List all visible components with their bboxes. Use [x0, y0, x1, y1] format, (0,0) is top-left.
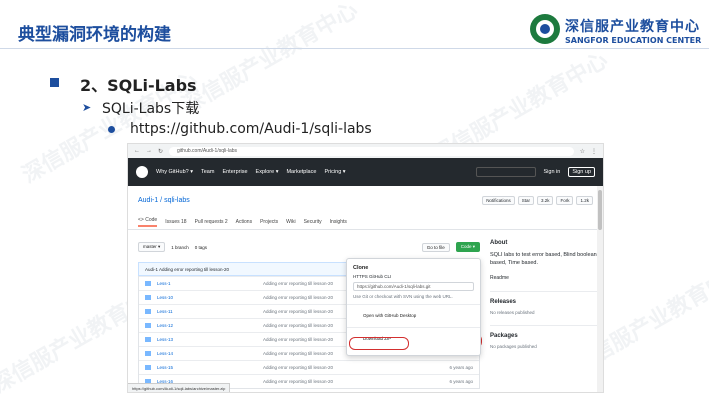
folder-icon [145, 323, 151, 328]
status-bar-url: https://github.com/Audi-1/sqli-labs/arch… [128, 383, 231, 392]
readme-link[interactable]: Readme [490, 275, 598, 281]
file-name[interactable]: Less-1 [157, 281, 263, 286]
sangfor-logo: 深信服产业教育中心 SANGFOR EDUCATION CENTER [530, 14, 702, 48]
nav-enterprise[interactable]: Enterprise [222, 169, 247, 175]
about-heading: About [490, 240, 508, 246]
packages-section: Packages No packages published [490, 325, 598, 349]
url-field[interactable]: github.com/Audi-1/sqli-labs [169, 146, 574, 156]
dot-bullet-icon [108, 126, 115, 133]
clone-popup: Clone HTTPS GitHub CLI https://github.co… [346, 258, 481, 356]
packages-heading[interactable]: Packages [490, 333, 598, 339]
file-name[interactable]: Less-13 [157, 337, 263, 342]
address-bar[interactable]: ← → ↻ github.com/Audi-1/sqli-labs ☆ ⋮ [128, 144, 603, 158]
menu-icon[interactable]: ⋮ [591, 148, 597, 155]
fork-count[interactable]: 1.2k [576, 195, 593, 205]
nav-team[interactable]: Team [201, 169, 214, 175]
folder-icon [145, 351, 151, 356]
commit-age: 6 years ago [449, 365, 473, 370]
commit-msg[interactable]: Adding error reporting till lesson-20 [263, 379, 443, 384]
folder-icon [145, 337, 151, 342]
about-description: SQLI labs to test error based, Blind boo… [490, 252, 597, 266]
signup-button[interactable]: Sign up [568, 167, 595, 177]
tab-actions[interactable]: Actions [236, 219, 252, 225]
releases-heading[interactable]: Releases [490, 299, 598, 305]
nav-explore[interactable]: Explore ▾ [256, 169, 279, 175]
scrollbar[interactable] [597, 186, 603, 392]
divider [347, 327, 480, 328]
clone-title: Clone [353, 265, 369, 271]
section-heading: 2、SQLi-Labs [80, 76, 197, 95]
fork-button[interactable]: Fork [556, 195, 574, 205]
tags-link[interactable]: 0 tags [195, 245, 207, 250]
nav-pricing[interactable]: Pricing ▾ [324, 169, 345, 175]
repo-header: Audi-1 / sqli-labs Notifications Star 3.… [128, 186, 603, 214]
table-row[interactable]: Less-15 Adding error reporting till lesso… [139, 360, 479, 374]
arrow-bullet-icon: ➤ [82, 101, 92, 114]
folder-icon [145, 281, 151, 286]
file-name[interactable]: Less-11 [157, 309, 263, 314]
back-icon[interactable]: ← [134, 148, 140, 154]
file-name[interactable]: Less-15 [157, 365, 263, 370]
reload-icon[interactable]: ↻ [158, 148, 163, 155]
notifications-button[interactable]: Notifications [482, 195, 515, 205]
file-name[interactable]: Less-12 [157, 323, 263, 328]
clone-url-field[interactable]: https://github.com/Audi-1/sqli-labs.git [353, 282, 474, 291]
download-zip-highlight [349, 337, 409, 350]
file-name[interactable]: Less-10 [157, 295, 263, 300]
tab-pull-requests[interactable]: Pull requests 2 [195, 219, 228, 225]
star-count[interactable]: 3.2k [536, 195, 554, 205]
search-input[interactable] [475, 167, 536, 177]
repo-sidebar: About SQLI labs to test error based, Bli… [490, 240, 598, 349]
subsection-heading: SQLi-Labs下载 [102, 101, 200, 117]
logo-emblem-icon [530, 14, 560, 44]
code-button[interactable]: Code ▾ [455, 242, 480, 252]
folder-icon [145, 365, 151, 370]
tab-projects[interactable]: Projects [260, 219, 278, 225]
nav-marketplace[interactable]: Marketplace [286, 169, 316, 175]
commit-msg[interactable]: Adding error reporting till lesson-20 [263, 365, 443, 370]
title-divider [0, 48, 709, 49]
tab-wiki[interactable]: Wiki [286, 219, 295, 225]
folder-icon [145, 309, 151, 314]
branch-select[interactable]: master ▾ [138, 242, 166, 252]
browser-screenshot: ← → ↻ github.com/Audi-1/sqli-labs ☆ ⋮ Wh… [127, 143, 604, 393]
star-icon[interactable]: ☆ [580, 148, 585, 155]
scrollbar-thumb[interactable] [598, 190, 602, 230]
goto-file-button[interactable]: Go to file [421, 242, 450, 252]
square-bullet-icon [50, 78, 59, 87]
logo-cn-text: 深信服产业教育中心 [565, 19, 700, 35]
repo-tabs: <> Code Issues 18 Pull requests 2 Action… [128, 214, 603, 230]
tab-issues[interactable]: Issues 18 [165, 219, 186, 225]
repo-link[interactable]: https://github.com/Audi-1/sqli-labs [130, 121, 372, 137]
signin-link[interactable]: Sign in [544, 169, 561, 175]
forward-icon[interactable]: → [146, 148, 152, 154]
nav-why[interactable]: Why GitHub? ▾ [156, 169, 193, 175]
slide-title: 典型漏洞环境的构建 [18, 25, 171, 45]
no-packages-text: No packages published [490, 344, 537, 349]
divider [347, 304, 480, 305]
folder-icon [145, 295, 151, 300]
no-releases-text: No releases published [490, 310, 535, 315]
commit-age: 6 years ago [449, 379, 473, 384]
watermark: 深信服产业教育中心 [178, 0, 363, 119]
github-header: Why GitHub? ▾ Team Enterprise Explore ▾ … [128, 158, 603, 186]
clone-method-tabs[interactable]: HTTPS GitHub CLI [353, 274, 474, 279]
file-name[interactable]: Less-14 [157, 351, 263, 356]
releases-section: Releases No releases published [490, 291, 598, 315]
repo-name[interactable]: Audi-1 / sqli-labs [138, 197, 190, 204]
github-logo-icon[interactable] [136, 166, 148, 178]
star-button[interactable]: Star [517, 195, 534, 205]
branches-link[interactable]: 1 branch [171, 245, 189, 250]
tab-insights[interactable]: Insights [330, 219, 347, 225]
tab-code[interactable]: <> Code [138, 217, 158, 227]
open-desktop-option[interactable]: Open with GitHub Desktop [353, 310, 474, 322]
branch-row: master ▾ 1 branch 0 tags Go to file Code… [138, 240, 480, 254]
tab-security[interactable]: Security [304, 219, 322, 225]
clone-hint: Use Git or checkout with SVN using the w… [353, 294, 453, 299]
logo-en-text: SANGFOR EDUCATION CENTER [565, 36, 702, 45]
